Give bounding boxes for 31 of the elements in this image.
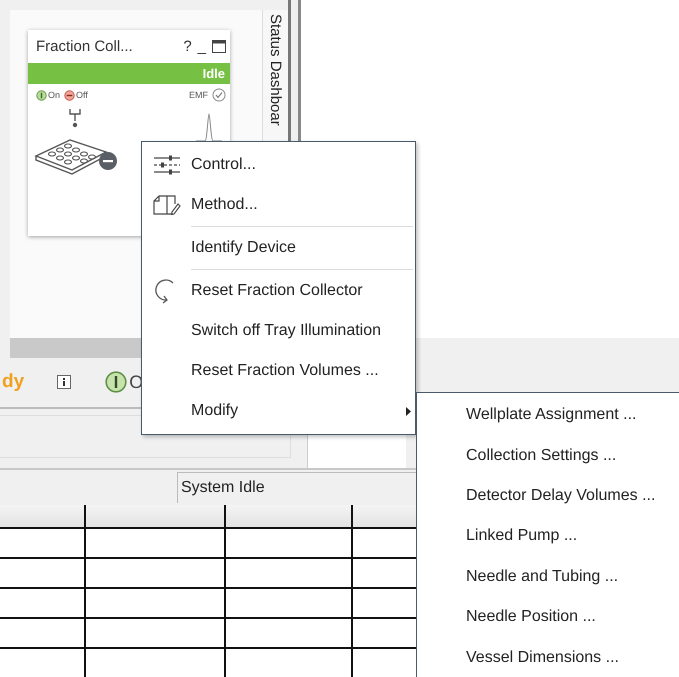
menu-item[interactable]: Wellplate Assignment ... bbox=[417, 395, 679, 436]
submenu-arrow-icon bbox=[406, 407, 411, 416]
peak-icon bbox=[196, 112, 222, 142]
help-button[interactable]: ? bbox=[183, 38, 192, 55]
needle-icon bbox=[69, 108, 81, 130]
sliders-icon bbox=[154, 155, 180, 175]
state-text: dy bbox=[2, 371, 24, 394]
menu-item[interactable]: Linked Pump ... bbox=[417, 516, 679, 557]
menu-item[interactable]: Reset Fraction Volumes ... bbox=[142, 351, 415, 391]
menu-item[interactable]: Reset Fraction Collector bbox=[142, 271, 415, 311]
maximize-icon[interactable] bbox=[212, 40, 226, 53]
minimize-button[interactable]: _ bbox=[198, 38, 206, 55]
menu-item[interactable]: Needle and Tubing ... bbox=[417, 556, 679, 597]
power-on-icon[interactable] bbox=[105, 371, 128, 394]
power-off-icon[interactable] bbox=[64, 90, 76, 100]
menu-item[interactable]: Identify Device bbox=[142, 228, 415, 268]
check-circle-icon bbox=[212, 88, 226, 102]
document-edit-icon bbox=[152, 195, 180, 215]
menu-item[interactable]: Method... bbox=[142, 185, 415, 225]
emf-label: EMF bbox=[189, 90, 208, 100]
power-on-icon[interactable] bbox=[36, 90, 47, 100]
on-label: On bbox=[48, 90, 60, 100]
info-icon[interactable] bbox=[57, 375, 72, 390]
menu-item[interactable]: Vessel Dimensions ... bbox=[417, 637, 679, 677]
menu-item[interactable]: Control... bbox=[142, 145, 415, 185]
menu-item[interactable]: Modify bbox=[142, 391, 415, 431]
menu-item[interactable]: Switch off Tray Illumination bbox=[142, 311, 415, 351]
menu-item[interactable]: Needle Position ... bbox=[417, 596, 679, 638]
off-label: Off bbox=[76, 90, 88, 100]
device-status: Idle bbox=[202, 66, 225, 81]
device-title: Fraction Coll... bbox=[36, 38, 133, 55]
